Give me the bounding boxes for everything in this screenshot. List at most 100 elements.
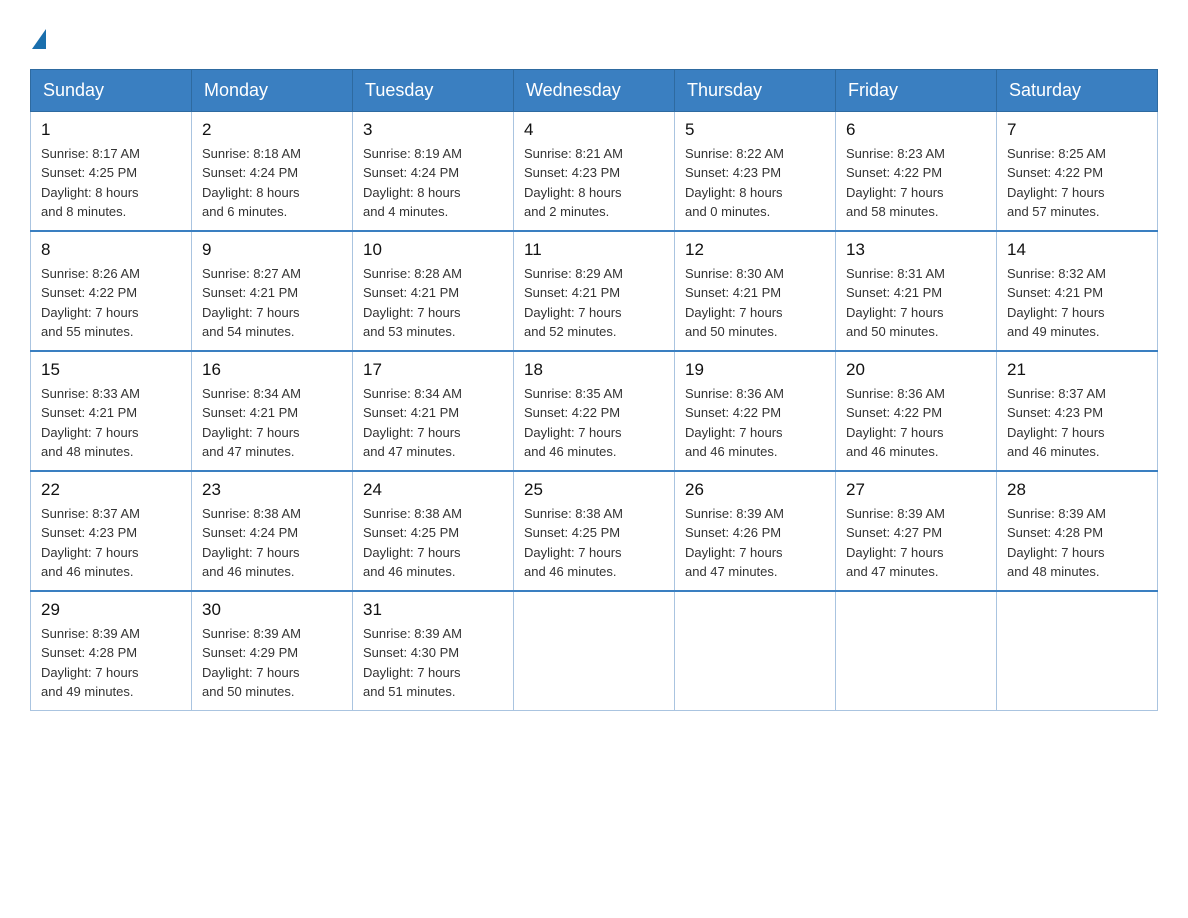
day-number: 24	[363, 480, 503, 500]
day-number: 13	[846, 240, 986, 260]
day-info: Sunrise: 8:34 AMSunset: 4:21 PMDaylight:…	[363, 386, 462, 460]
day-info: Sunrise: 8:32 AMSunset: 4:21 PMDaylight:…	[1007, 266, 1106, 340]
day-info: Sunrise: 8:18 AMSunset: 4:24 PMDaylight:…	[202, 146, 301, 220]
day-info: Sunrise: 8:33 AMSunset: 4:21 PMDaylight:…	[41, 386, 140, 460]
col-header-thursday: Thursday	[675, 69, 836, 111]
calendar-cell: 30 Sunrise: 8:39 AMSunset: 4:29 PMDaylig…	[192, 591, 353, 711]
day-number: 16	[202, 360, 342, 380]
day-info: Sunrise: 8:31 AMSunset: 4:21 PMDaylight:…	[846, 266, 945, 340]
calendar-cell: 31 Sunrise: 8:39 AMSunset: 4:30 PMDaylig…	[353, 591, 514, 711]
calendar-cell: 16 Sunrise: 8:34 AMSunset: 4:21 PMDaylig…	[192, 351, 353, 471]
day-info: Sunrise: 8:35 AMSunset: 4:22 PMDaylight:…	[524, 386, 623, 460]
day-info: Sunrise: 8:28 AMSunset: 4:21 PMDaylight:…	[363, 266, 462, 340]
day-number: 11	[524, 240, 664, 260]
day-number: 7	[1007, 120, 1147, 140]
calendar-cell	[514, 591, 675, 711]
day-number: 10	[363, 240, 503, 260]
calendar-cell: 28 Sunrise: 8:39 AMSunset: 4:28 PMDaylig…	[997, 471, 1158, 591]
week-row-2: 8 Sunrise: 8:26 AMSunset: 4:22 PMDayligh…	[31, 231, 1158, 351]
day-number: 3	[363, 120, 503, 140]
day-number: 28	[1007, 480, 1147, 500]
calendar-cell: 22 Sunrise: 8:37 AMSunset: 4:23 PMDaylig…	[31, 471, 192, 591]
calendar-cell: 27 Sunrise: 8:39 AMSunset: 4:27 PMDaylig…	[836, 471, 997, 591]
col-header-saturday: Saturday	[997, 69, 1158, 111]
calendar-cell	[836, 591, 997, 711]
calendar-cell: 29 Sunrise: 8:39 AMSunset: 4:28 PMDaylig…	[31, 591, 192, 711]
day-number: 15	[41, 360, 181, 380]
day-info: Sunrise: 8:37 AMSunset: 4:23 PMDaylight:…	[41, 506, 140, 580]
calendar-cell: 15 Sunrise: 8:33 AMSunset: 4:21 PMDaylig…	[31, 351, 192, 471]
calendar-cell: 14 Sunrise: 8:32 AMSunset: 4:21 PMDaylig…	[997, 231, 1158, 351]
day-number: 19	[685, 360, 825, 380]
calendar-cell: 21 Sunrise: 8:37 AMSunset: 4:23 PMDaylig…	[997, 351, 1158, 471]
day-number: 2	[202, 120, 342, 140]
day-info: Sunrise: 8:36 AMSunset: 4:22 PMDaylight:…	[846, 386, 945, 460]
calendar-cell: 3 Sunrise: 8:19 AMSunset: 4:24 PMDayligh…	[353, 111, 514, 231]
day-info: Sunrise: 8:19 AMSunset: 4:24 PMDaylight:…	[363, 146, 462, 220]
page-header	[30, 20, 1158, 49]
calendar-cell: 17 Sunrise: 8:34 AMSunset: 4:21 PMDaylig…	[353, 351, 514, 471]
week-row-5: 29 Sunrise: 8:39 AMSunset: 4:28 PMDaylig…	[31, 591, 1158, 711]
calendar-cell: 20 Sunrise: 8:36 AMSunset: 4:22 PMDaylig…	[836, 351, 997, 471]
col-header-monday: Monday	[192, 69, 353, 111]
calendar-cell: 23 Sunrise: 8:38 AMSunset: 4:24 PMDaylig…	[192, 471, 353, 591]
col-header-friday: Friday	[836, 69, 997, 111]
calendar-cell: 13 Sunrise: 8:31 AMSunset: 4:21 PMDaylig…	[836, 231, 997, 351]
calendar-cell: 2 Sunrise: 8:18 AMSunset: 4:24 PMDayligh…	[192, 111, 353, 231]
day-number: 17	[363, 360, 503, 380]
day-number: 14	[1007, 240, 1147, 260]
day-info: Sunrise: 8:29 AMSunset: 4:21 PMDaylight:…	[524, 266, 623, 340]
day-number: 9	[202, 240, 342, 260]
week-row-1: 1 Sunrise: 8:17 AMSunset: 4:25 PMDayligh…	[31, 111, 1158, 231]
day-info: Sunrise: 8:26 AMSunset: 4:22 PMDaylight:…	[41, 266, 140, 340]
day-number: 21	[1007, 360, 1147, 380]
calendar-cell: 12 Sunrise: 8:30 AMSunset: 4:21 PMDaylig…	[675, 231, 836, 351]
logo-text	[30, 20, 46, 49]
col-header-tuesday: Tuesday	[353, 69, 514, 111]
day-number: 23	[202, 480, 342, 500]
day-info: Sunrise: 8:39 AMSunset: 4:28 PMDaylight:…	[41, 626, 140, 700]
day-number: 25	[524, 480, 664, 500]
day-info: Sunrise: 8:37 AMSunset: 4:23 PMDaylight:…	[1007, 386, 1106, 460]
day-info: Sunrise: 8:38 AMSunset: 4:25 PMDaylight:…	[363, 506, 462, 580]
day-number: 1	[41, 120, 181, 140]
col-header-wednesday: Wednesday	[514, 69, 675, 111]
day-info: Sunrise: 8:39 AMSunset: 4:27 PMDaylight:…	[846, 506, 945, 580]
calendar-cell: 8 Sunrise: 8:26 AMSunset: 4:22 PMDayligh…	[31, 231, 192, 351]
day-number: 31	[363, 600, 503, 620]
calendar-cell	[997, 591, 1158, 711]
calendar-cell: 9 Sunrise: 8:27 AMSunset: 4:21 PMDayligh…	[192, 231, 353, 351]
day-info: Sunrise: 8:30 AMSunset: 4:21 PMDaylight:…	[685, 266, 784, 340]
calendar-cell: 4 Sunrise: 8:21 AMSunset: 4:23 PMDayligh…	[514, 111, 675, 231]
calendar-header-row: SundayMondayTuesdayWednesdayThursdayFrid…	[31, 69, 1158, 111]
day-number: 22	[41, 480, 181, 500]
day-info: Sunrise: 8:39 AMSunset: 4:28 PMDaylight:…	[1007, 506, 1106, 580]
calendar-cell: 1 Sunrise: 8:17 AMSunset: 4:25 PMDayligh…	[31, 111, 192, 231]
logo	[30, 20, 46, 49]
calendar-body: 1 Sunrise: 8:17 AMSunset: 4:25 PMDayligh…	[31, 111, 1158, 710]
calendar-cell: 10 Sunrise: 8:28 AMSunset: 4:21 PMDaylig…	[353, 231, 514, 351]
calendar-cell: 26 Sunrise: 8:39 AMSunset: 4:26 PMDaylig…	[675, 471, 836, 591]
day-number: 5	[685, 120, 825, 140]
calendar-cell: 19 Sunrise: 8:36 AMSunset: 4:22 PMDaylig…	[675, 351, 836, 471]
day-info: Sunrise: 8:34 AMSunset: 4:21 PMDaylight:…	[202, 386, 301, 460]
calendar-cell: 18 Sunrise: 8:35 AMSunset: 4:22 PMDaylig…	[514, 351, 675, 471]
day-info: Sunrise: 8:21 AMSunset: 4:23 PMDaylight:…	[524, 146, 623, 220]
day-number: 30	[202, 600, 342, 620]
day-number: 4	[524, 120, 664, 140]
day-number: 8	[41, 240, 181, 260]
day-info: Sunrise: 8:39 AMSunset: 4:29 PMDaylight:…	[202, 626, 301, 700]
day-info: Sunrise: 8:39 AMSunset: 4:26 PMDaylight:…	[685, 506, 784, 580]
day-number: 6	[846, 120, 986, 140]
day-info: Sunrise: 8:22 AMSunset: 4:23 PMDaylight:…	[685, 146, 784, 220]
day-info: Sunrise: 8:38 AMSunset: 4:24 PMDaylight:…	[202, 506, 301, 580]
calendar-cell: 11 Sunrise: 8:29 AMSunset: 4:21 PMDaylig…	[514, 231, 675, 351]
calendar-cell: 25 Sunrise: 8:38 AMSunset: 4:25 PMDaylig…	[514, 471, 675, 591]
day-number: 27	[846, 480, 986, 500]
day-number: 29	[41, 600, 181, 620]
calendar-cell: 6 Sunrise: 8:23 AMSunset: 4:22 PMDayligh…	[836, 111, 997, 231]
day-number: 18	[524, 360, 664, 380]
calendar-cell: 24 Sunrise: 8:38 AMSunset: 4:25 PMDaylig…	[353, 471, 514, 591]
calendar-cell	[675, 591, 836, 711]
day-info: Sunrise: 8:17 AMSunset: 4:25 PMDaylight:…	[41, 146, 140, 220]
